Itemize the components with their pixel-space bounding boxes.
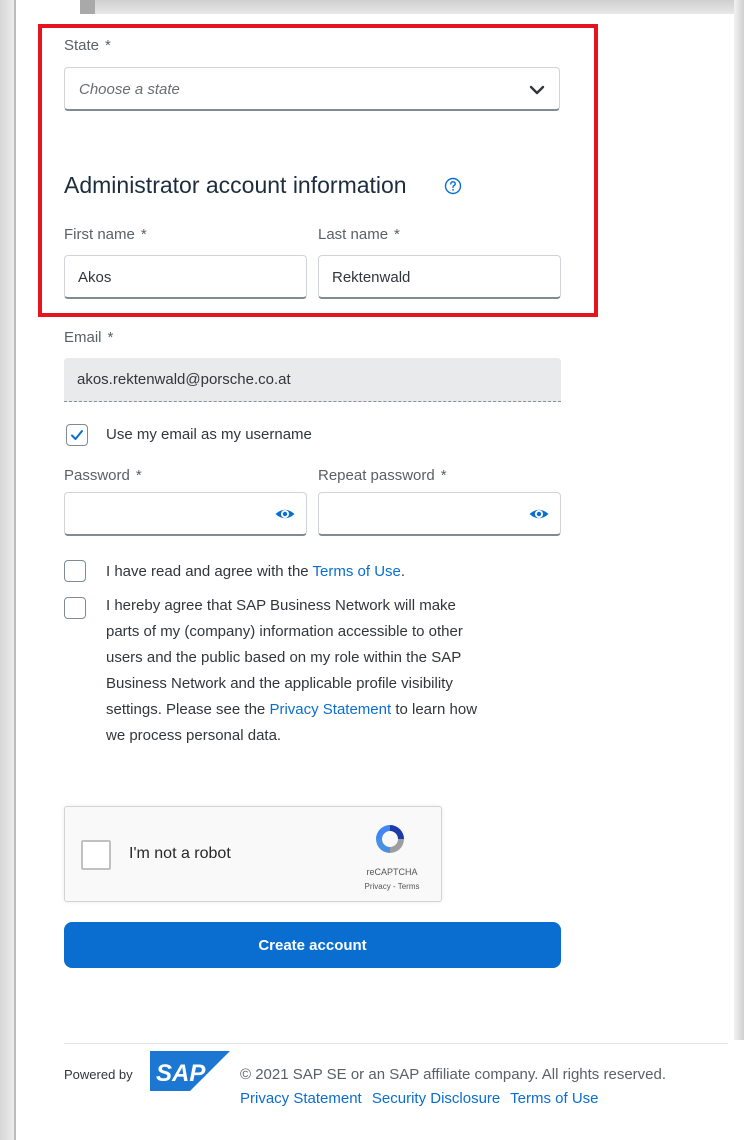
window-edge-left: [0, 0, 14, 1140]
email-label-text: Email: [64, 329, 102, 346]
privacy-checkbox[interactable]: [64, 597, 86, 619]
show-password-icon[interactable]: [528, 505, 550, 523]
footer-links: Privacy Statement Security Disclosure Te…: [240, 1090, 605, 1107]
recaptcha-terms-link[interactable]: Privacy - Terms: [357, 882, 427, 891]
window-edge-right: [734, 0, 744, 1040]
recaptcha-checkbox[interactable]: [81, 840, 111, 870]
privacy-text-segment: to learn how: [391, 701, 478, 718]
window-edge-corner: [80, 0, 96, 14]
privacy-text-line: parts of my (company) information access…: [106, 623, 463, 640]
required-mark: *: [107, 329, 114, 346]
recaptcha-label: I'm not a robot: [129, 845, 231, 862]
privacy-text-line: users and the public based on my role wi…: [106, 649, 462, 666]
recaptcha-logo-icon: [376, 825, 404, 853]
use-email-username-label: Use my email as my username: [106, 426, 312, 443]
password-label: Password *: [64, 467, 142, 484]
password-field[interactable]: [64, 492, 307, 536]
checkmark-icon: [71, 430, 83, 440]
window-edge-left-border: [14, 0, 16, 1140]
create-account-button[interactable]: Create account: [64, 922, 561, 968]
required-mark: *: [135, 467, 142, 484]
privacy-text-line: I hereby agree that SAP Business Network…: [106, 597, 456, 614]
privacy-text-line: we process personal data.: [106, 727, 282, 744]
privacy-label: I hereby agree that SAP Business Network…: [106, 593, 477, 749]
terms-of-use-link[interactable]: Terms of Use: [313, 563, 401, 580]
footer-divider: [64, 1043, 728, 1044]
powered-by-label: Powered by: [64, 1067, 133, 1082]
privacy-text-segment: settings. Please see the: [106, 701, 270, 718]
footer-security-disclosure-link[interactable]: Security Disclosure: [372, 1090, 500, 1107]
use-email-username-checkbox[interactable]: [66, 424, 88, 446]
terms-label: I have read and agree with the Terms of …: [106, 559, 405, 585]
recaptcha-brand: reCAPTCHA: [366, 867, 418, 877]
sap-logo: SAP: [150, 1051, 230, 1091]
footer-terms-of-use-link[interactable]: Terms of Use: [510, 1090, 598, 1107]
privacy-text-line: Business Network and the applicable prof…: [106, 675, 453, 692]
sap-logo-text: SAP: [156, 1060, 206, 1087]
privacy-text-line: settings. Please see the Privacy Stateme…: [106, 697, 477, 723]
email-value: akos.rektenwald@porsche.co.at: [77, 371, 291, 388]
terms-label-text: I have read and agree with the: [106, 563, 313, 580]
email-field[interactable]: akos.rektenwald@porsche.co.at: [64, 358, 561, 402]
repeat-password-label: Repeat password *: [318, 467, 447, 484]
required-mark: *: [440, 467, 447, 484]
repeat-password-field[interactable]: [318, 492, 561, 536]
show-password-icon[interactable]: [274, 505, 296, 523]
recaptcha-widget: I'm not a robot reCAPTCHA Privacy - Term…: [64, 806, 442, 902]
footer-privacy-statement-link[interactable]: Privacy Statement: [240, 1090, 362, 1107]
privacy-statement-link[interactable]: Privacy Statement: [269, 701, 391, 718]
terms-checkbox[interactable]: [64, 560, 86, 582]
window-edge-top: [95, 0, 744, 14]
highlight-box: [38, 24, 598, 317]
repeat-password-label-text: Repeat password: [318, 467, 435, 484]
terms-label-suffix: .: [400, 563, 406, 580]
copyright-text: © 2021 SAP SE or an SAP affiliate compan…: [240, 1066, 667, 1083]
password-label-text: Password: [64, 467, 130, 484]
email-label: Email *: [64, 329, 113, 346]
